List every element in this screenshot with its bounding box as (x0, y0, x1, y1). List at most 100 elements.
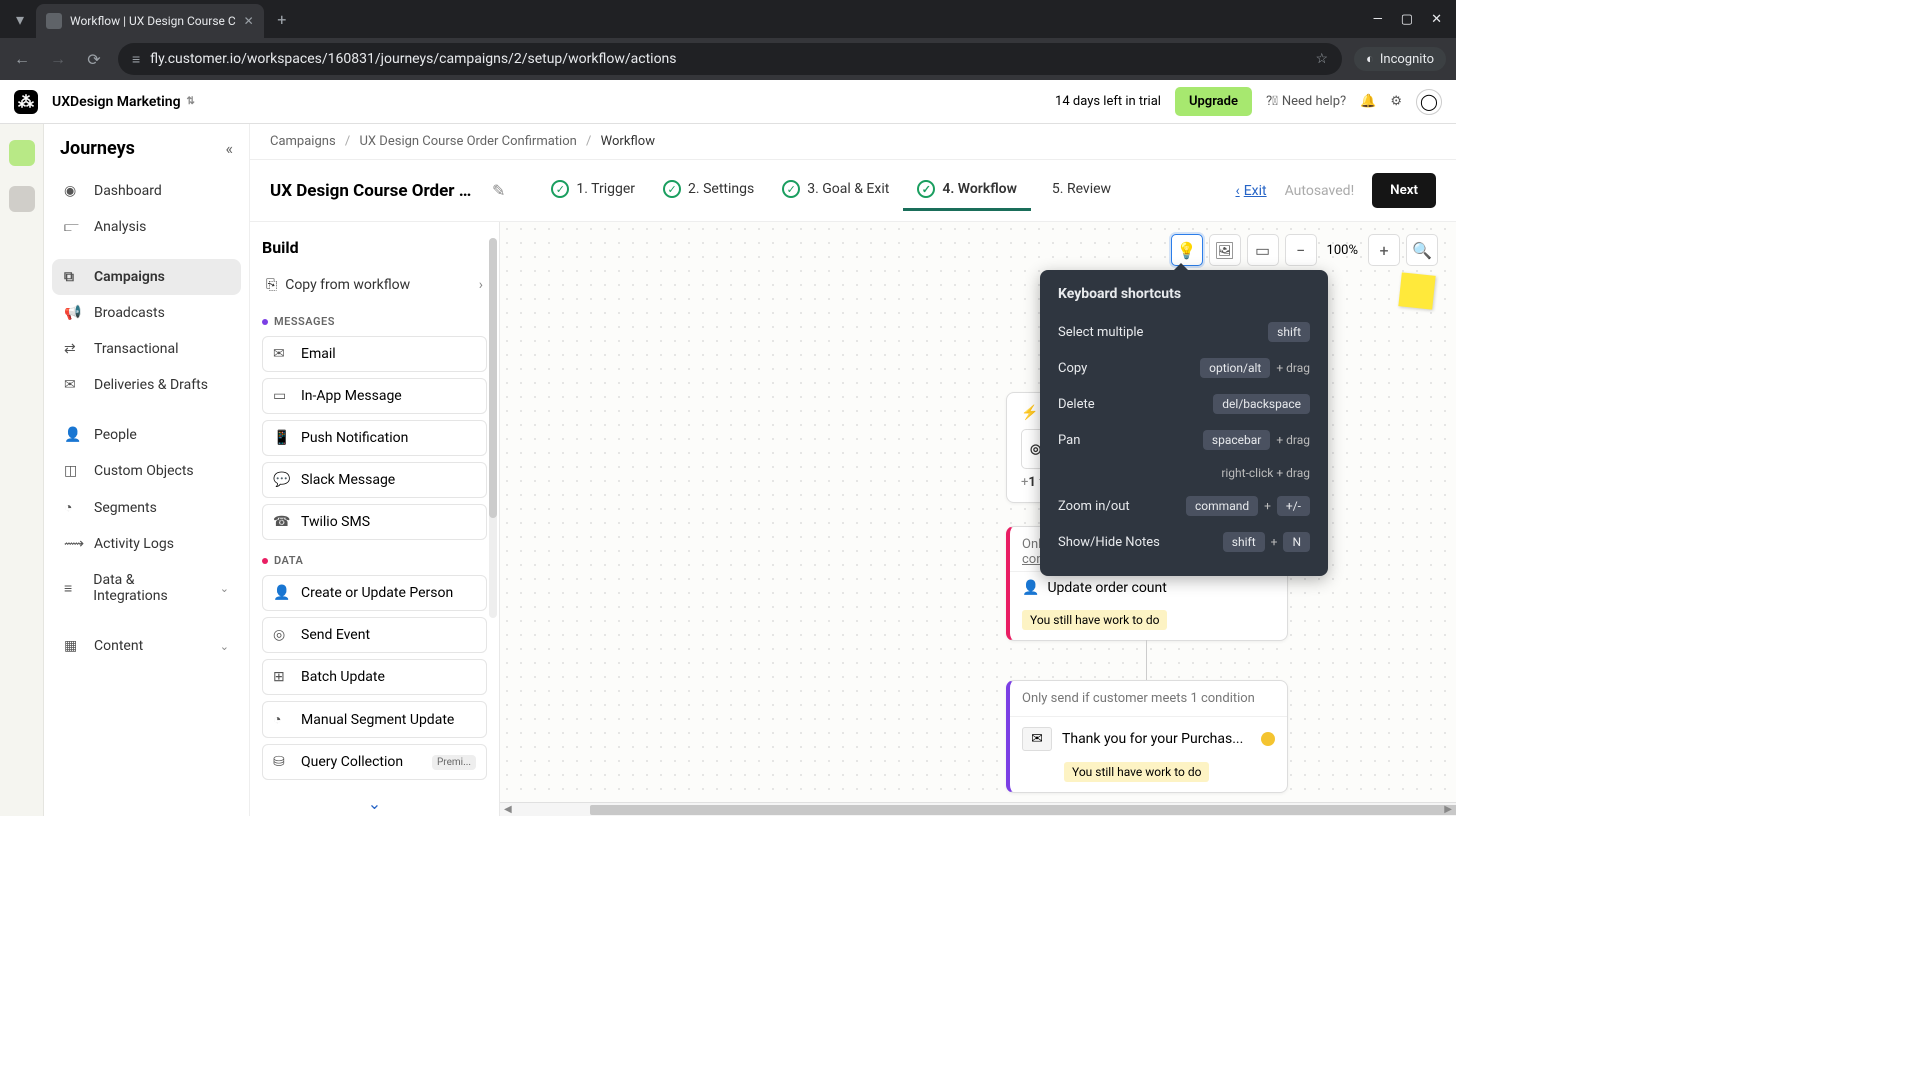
site-info-icon[interactable]: ≡ (132, 51, 140, 68)
step-workflow[interactable]: ✓4. Workflow (903, 170, 1031, 211)
scroll-right-icon[interactable]: ▶ (1444, 804, 1452, 815)
step-review[interactable]: 5. Review (1031, 170, 1125, 211)
messages-section-label: MESSAGES (262, 315, 487, 328)
build-item-push[interactable]: 📱Push Notification (262, 420, 487, 456)
sidebar-item-content[interactable]: ▦Content⌄ (52, 628, 241, 664)
sidebar-item-label: Custom Objects (94, 463, 194, 479)
incognito-badge[interactable]: ◐ Incognito (1354, 47, 1446, 71)
zoom-in-button[interactable]: + (1368, 234, 1400, 266)
keycap: shift (1223, 532, 1265, 552)
step-label: 5. Review (1052, 181, 1111, 197)
horizontal-scrollbar[interactable]: ◀ ▶ (500, 802, 1456, 816)
tab-title: Workflow | UX Design Course C (70, 14, 236, 28)
workflow-canvas[interactable]: ⚡Trigger ◎Course Orders matching 1 attri… (500, 222, 1456, 816)
help-button[interactable]: ?⃝ Need help? (1266, 94, 1346, 109)
data-section-label: DATA (262, 554, 487, 567)
exit-link[interactable]: ‹Exit (1236, 183, 1267, 199)
build-item-label: Manual Segment Update (301, 712, 454, 728)
collapse-sidebar-icon[interactable]: « (225, 139, 233, 158)
keycap: +/- (1277, 496, 1310, 516)
sticky-note[interactable] (1398, 272, 1435, 309)
step-goal-exit[interactable]: ✓3. Goal & Exit (768, 170, 903, 211)
page-header: UX Design Course Order Confir... ✎ ✓1. T… (250, 160, 1456, 222)
event-icon: ◎ (273, 627, 291, 643)
next-button[interactable]: Next (1372, 173, 1436, 208)
step-settings[interactable]: ✓2. Settings (649, 170, 768, 211)
workspace-name: UXDesign Marketing (52, 94, 181, 110)
rail-other-icon[interactable] (9, 186, 35, 212)
expand-more-button[interactable]: ⌄ (262, 786, 487, 816)
chart-icon: ⫍ (64, 219, 82, 235)
breadcrumb-campaign-name[interactable]: UX Design Course Order Confirmation (360, 134, 577, 149)
url-text: fly.customer.io/workspaces/160831/journe… (150, 51, 676, 67)
scrollbar-thumb[interactable] (590, 805, 1456, 815)
shortcuts-button[interactable]: 💡 (1171, 234, 1203, 266)
build-item-segment-update[interactable]: ◔ Manual Segment Update (262, 701, 487, 738)
new-tab-button[interactable]: + (268, 5, 296, 33)
sidebar-item-analysis[interactable]: ⫍ Analysis (52, 209, 241, 245)
build-item-inapp[interactable]: ▭In-App Message (262, 378, 487, 414)
keycap: shift (1268, 322, 1310, 342)
build-item-batch-update[interactable]: ⊞Batch Update (262, 659, 487, 695)
rail-journeys-icon[interactable] (9, 140, 35, 166)
maximize-icon[interactable]: ▢ (1401, 12, 1413, 27)
zoom-out-button[interactable]: − (1285, 234, 1317, 266)
zoom-level: 100% (1323, 243, 1362, 258)
condition-text: Only send if customer meets (1022, 691, 1187, 706)
build-item-slack[interactable]: 💬Slack Message (262, 462, 487, 498)
close-window-icon[interactable]: ✕ (1431, 12, 1442, 27)
sidebar-item-broadcasts[interactable]: 📢Broadcasts (52, 295, 241, 331)
campaigns-icon: ⧉ (64, 269, 82, 285)
sidebar-item-data-integrations[interactable]: ≡Data & Integrations⌄ (52, 562, 241, 614)
sidebar-item-dashboard[interactable]: ◉Dashboard (52, 173, 241, 209)
build-item-query-collection[interactable]: ⛁Query CollectionPremi... (262, 744, 487, 780)
scroll-left-icon[interactable]: ◀ (504, 804, 512, 815)
edit-title-icon[interactable]: ✎ (492, 181, 505, 200)
address-bar: ← → ⟳ ≡ fly.customer.io/workspaces/16083… (0, 38, 1456, 80)
breadcrumb-campaigns[interactable]: Campaigns (270, 134, 336, 149)
exit-label: Exit (1244, 183, 1267, 199)
build-item-send-event[interactable]: ◎Send Event (262, 617, 487, 653)
close-tab-icon[interactable]: ✕ (244, 14, 254, 28)
minimize-icon[interactable]: ― (1373, 12, 1383, 27)
keycap: command (1186, 496, 1258, 516)
reload-button[interactable]: ⟳ (82, 50, 106, 69)
forward-button[interactable]: → (46, 49, 70, 69)
step-trigger[interactable]: ✓1. Trigger (537, 170, 649, 211)
build-item-create-person[interactable]: 👤Create or Update Person (262, 575, 487, 611)
sidebar-item-transactional[interactable]: ⇄Transactional (52, 331, 241, 367)
tab-list-dropdown[interactable]: ▾ (8, 7, 32, 31)
workspace-switcher[interactable]: UXDesign Marketing ⇅ (52, 94, 195, 110)
copy-from-workflow[interactable]: ⎘ Copy from workflow › (262, 269, 487, 301)
sidebar-item-label: Analysis (94, 219, 146, 235)
build-item-label: Twilio SMS (301, 514, 370, 530)
sidebar-item-deliveries[interactable]: ✉Deliveries & Drafts (52, 367, 241, 403)
image-button[interactable]: 🖼 (1209, 234, 1241, 266)
build-item-email[interactable]: ✉Email (262, 336, 487, 372)
bookmark-icon[interactable]: ☆ (1315, 51, 1328, 67)
notifications-icon[interactable]: 🔔 (1360, 94, 1376, 109)
avatar[interactable]: ◯ (1416, 89, 1442, 115)
sidebar-item-segments[interactable]: ◔Segments (52, 489, 241, 526)
app-logo[interactable]: ⁂ (14, 90, 38, 114)
search-button[interactable]: 🔍 (1406, 234, 1438, 266)
browser-tab[interactable]: Workflow | UX Design Course C ✕ (36, 4, 264, 38)
back-button[interactable]: ← (10, 49, 34, 69)
sidebar-item-activity-logs[interactable]: ⟿Activity Logs (52, 526, 241, 562)
build-item-label: Create or Update Person (301, 585, 453, 601)
slack-icon: 💬 (273, 472, 291, 488)
email-node[interactable]: Only send if customer meets 1 condition … (1006, 680, 1288, 793)
build-item-twilio[interactable]: ☎Twilio SMS (262, 504, 487, 540)
url-input[interactable]: ≡ fly.customer.io/workspaces/160831/jour… (118, 43, 1342, 75)
shortcuts-title: Keyboard shortcuts (1058, 286, 1310, 302)
condition-link[interactable]: 1 condition (1190, 691, 1254, 706)
panel-scrollbar[interactable] (489, 238, 497, 618)
settings-icon[interactable]: ⚙ (1390, 94, 1402, 109)
upgrade-button[interactable]: Upgrade (1175, 87, 1252, 116)
sidebar-item-custom-objects[interactable]: ◫Custom Objects (52, 453, 241, 489)
sidebar-item-campaigns[interactable]: ⧉Campaigns (52, 259, 241, 295)
note-button[interactable]: ▭ (1247, 234, 1279, 266)
sidebar-item-people[interactable]: 👤People (52, 417, 241, 453)
segment-icon: ◔ (273, 711, 291, 728)
work-todo-badge: You still have work to do (1022, 610, 1167, 630)
